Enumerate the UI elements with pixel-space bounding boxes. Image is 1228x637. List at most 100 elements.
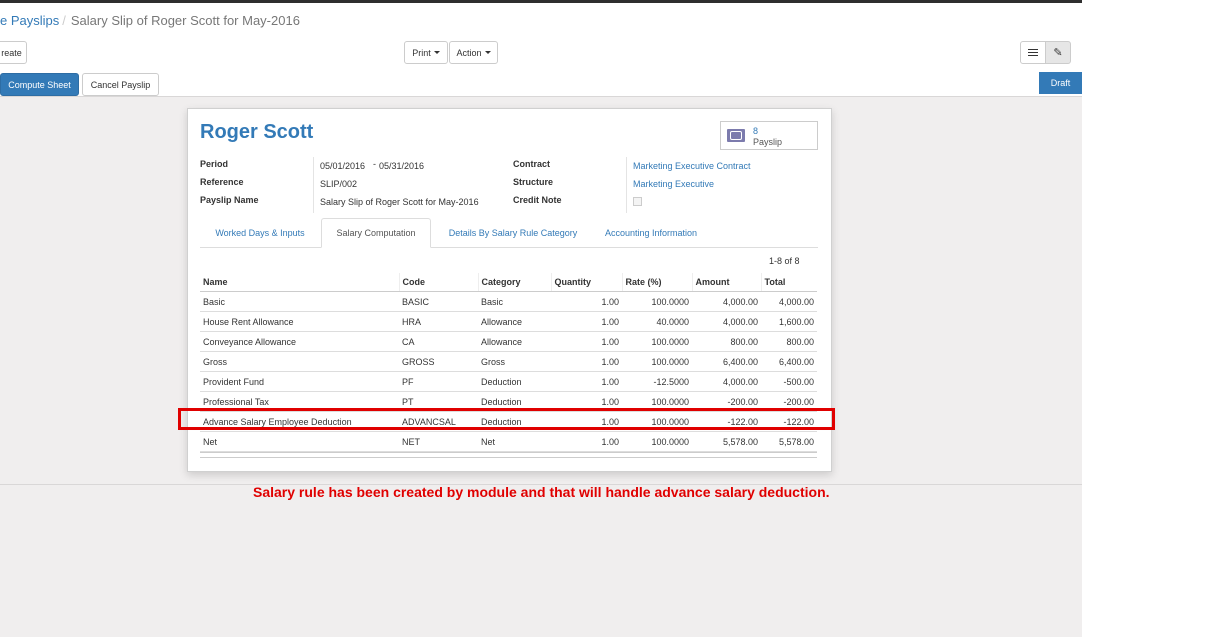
compute-sheet-button[interactable]: Compute Sheet	[0, 73, 79, 96]
table-row[interactable]: Gross GROSS Gross 1.00 100.0000 6,400.00 6,400…	[200, 351, 817, 372]
cell-name: Provident Fund	[200, 371, 399, 392]
cell-amount: 800.00	[692, 331, 761, 352]
period-label: Period	[200, 159, 229, 169]
credit-note-checkbox[interactable]	[633, 197, 642, 206]
cell-code: CA	[399, 331, 478, 352]
date-to-field[interactable]: 05/31/2016	[379, 161, 424, 171]
table-row[interactable]: House Rent Allowance HRA Allowance 1.00 40.0…	[200, 311, 817, 332]
date-from-field[interactable]: 05/01/2016	[320, 161, 365, 171]
cell-rate: 100.0000	[622, 331, 692, 352]
cell-amount: 5,578.00	[692, 431, 761, 452]
highlight-box	[178, 408, 835, 430]
tab-worked-days-inputs[interactable]: Worked Days & Inputs	[200, 218, 320, 247]
column-header-name[interactable]: Name	[200, 273, 399, 292]
tab-salary-computation[interactable]: Salary Computation	[321, 218, 431, 248]
caret-down-icon	[433, 51, 440, 54]
tab-label: Accounting Information	[604, 227, 698, 238]
reference-field[interactable]: SLIP/002	[320, 179, 357, 189]
structure-field[interactable]: Marketing Executive	[633, 179, 714, 189]
cell-quantity: 1.00	[551, 291, 622, 312]
column-header-rate[interactable]: Rate (%)	[621, 273, 692, 292]
edit-icon: ✎	[1053, 47, 1063, 59]
breadcrumb-payslips-link[interactable]: e Payslips	[0, 13, 59, 28]
cell-quantity: 1.00	[551, 311, 622, 332]
cell-category: Gross	[478, 351, 551, 372]
column-header-code[interactable]: Code	[398, 273, 478, 292]
breadcrumb-current: Salary Slip of Roger Scott for May-2016	[70, 13, 300, 28]
credit-note-label: Credit Note	[513, 195, 562, 205]
cell-code: HRA	[399, 311, 478, 332]
structure-label: Structure	[513, 177, 554, 187]
tab-label: Worked Days & Inputs	[215, 227, 305, 238]
status-draft[interactable]: Draft	[1039, 72, 1082, 94]
pager: 1-8 of 8	[769, 256, 800, 266]
cell-rate: 100.0000	[622, 431, 692, 452]
cell-amount: 4,000.00	[692, 371, 761, 392]
cancel-payslip-button[interactable]: Cancel Payslip	[82, 73, 159, 96]
table-footer	[200, 452, 817, 458]
date-separator: -	[373, 159, 376, 169]
cell-category: Deduction	[478, 371, 551, 392]
tab-label: Salary Computation	[336, 228, 416, 238]
payslip-count: 8	[753, 126, 759, 136]
cell-total: 4,000.00	[761, 291, 817, 312]
column-header-total[interactable]: Total	[760, 273, 817, 292]
cell-rate: 100.0000	[622, 351, 692, 372]
tab-label: Details By Salary Rule Category	[448, 227, 578, 238]
statusbar: Compute Sheet Cancel Payslip Draft	[0, 72, 1082, 96]
cell-code: BASIC	[399, 291, 478, 312]
contract-field[interactable]: Marketing Executive Contract	[633, 161, 751, 171]
table-row[interactable]: Net NET Net 1.00 100.0000 5,578.00 5,578.00	[200, 431, 817, 452]
cell-name: Gross	[200, 351, 399, 372]
tab-accounting-information[interactable]: Accounting Information	[592, 218, 710, 247]
cell-category: Allowance	[478, 331, 551, 352]
cell-name: House Rent Allowance	[200, 311, 399, 332]
cell-total: 5,578.00	[761, 431, 817, 452]
cell-code: NET	[399, 431, 478, 452]
cell-category: Basic	[478, 291, 551, 312]
column-header-amount[interactable]: Amount	[691, 273, 761, 292]
table-header-row: Name Code Category Quantity Rate (%) Amo…	[200, 273, 817, 292]
table-row[interactable]: Basic BASIC Basic 1.00 100.0000 4,000.00 4,000…	[200, 291, 817, 312]
tab-details-by-salary-rule-category[interactable]: Details By Salary Rule Category	[436, 218, 590, 247]
table-row[interactable]: Conveyance Allowance CA Allowance 1.00 100.0…	[200, 331, 817, 352]
cell-name: Net	[200, 431, 399, 452]
cell-rate: -12.5000	[622, 371, 692, 392]
list-view-button[interactable]	[1020, 41, 1046, 64]
print-dropdown[interactable]: Print	[404, 41, 448, 64]
cell-code: PF	[399, 371, 478, 392]
column-header-category[interactable]: Category	[477, 273, 551, 292]
cell-quantity: 1.00	[551, 331, 622, 352]
cell-category: Allowance	[478, 311, 551, 332]
cell-total: -500.00	[761, 371, 817, 392]
field-divider	[626, 157, 627, 213]
compute-sheet-label: Compute Sheet	[8, 79, 71, 90]
list-icon	[1028, 49, 1038, 56]
action-label: Action	[456, 47, 482, 58]
cell-total: 800.00	[761, 331, 817, 352]
print-label: Print	[412, 47, 431, 58]
column-header-quantity[interactable]: Quantity	[550, 273, 622, 292]
cell-amount: 4,000.00	[692, 291, 761, 312]
action-dropdown[interactable]: Action	[449, 41, 498, 64]
cell-quantity: 1.00	[551, 371, 622, 392]
cell-quantity: 1.00	[551, 431, 622, 452]
breadcrumb-separator: /	[62, 13, 66, 28]
caret-down-icon	[484, 51, 491, 54]
money-icon	[727, 129, 745, 142]
create-button[interactable]: reate	[0, 41, 27, 64]
cell-amount: 6,400.00	[692, 351, 761, 372]
cell-name: Conveyance Allowance	[200, 331, 399, 352]
annotation-note: Salary rule has been created by module a…	[253, 484, 830, 500]
payslip-smart-button[interactable]: 8 Payslip	[720, 121, 818, 150]
cell-code: GROSS	[399, 351, 478, 372]
contract-label: Contract	[513, 159, 551, 169]
cell-rate: 40.0000	[622, 311, 692, 332]
table-row[interactable]: Provident Fund PF Deduction 1.00 -12.5000 4,0…	[200, 371, 817, 392]
form-view-button[interactable]: ✎	[1045, 41, 1071, 64]
payslip-name-label: Payslip Name	[200, 195, 259, 205]
status-draft-label: Draft	[1050, 78, 1071, 88]
notebook-tabs: Worked Days & Inputs Salary Computation …	[200, 218, 818, 248]
cell-name: Basic	[200, 291, 399, 312]
payslip-name-field[interactable]: Salary Slip of Roger Scott for May-2016	[320, 197, 479, 207]
